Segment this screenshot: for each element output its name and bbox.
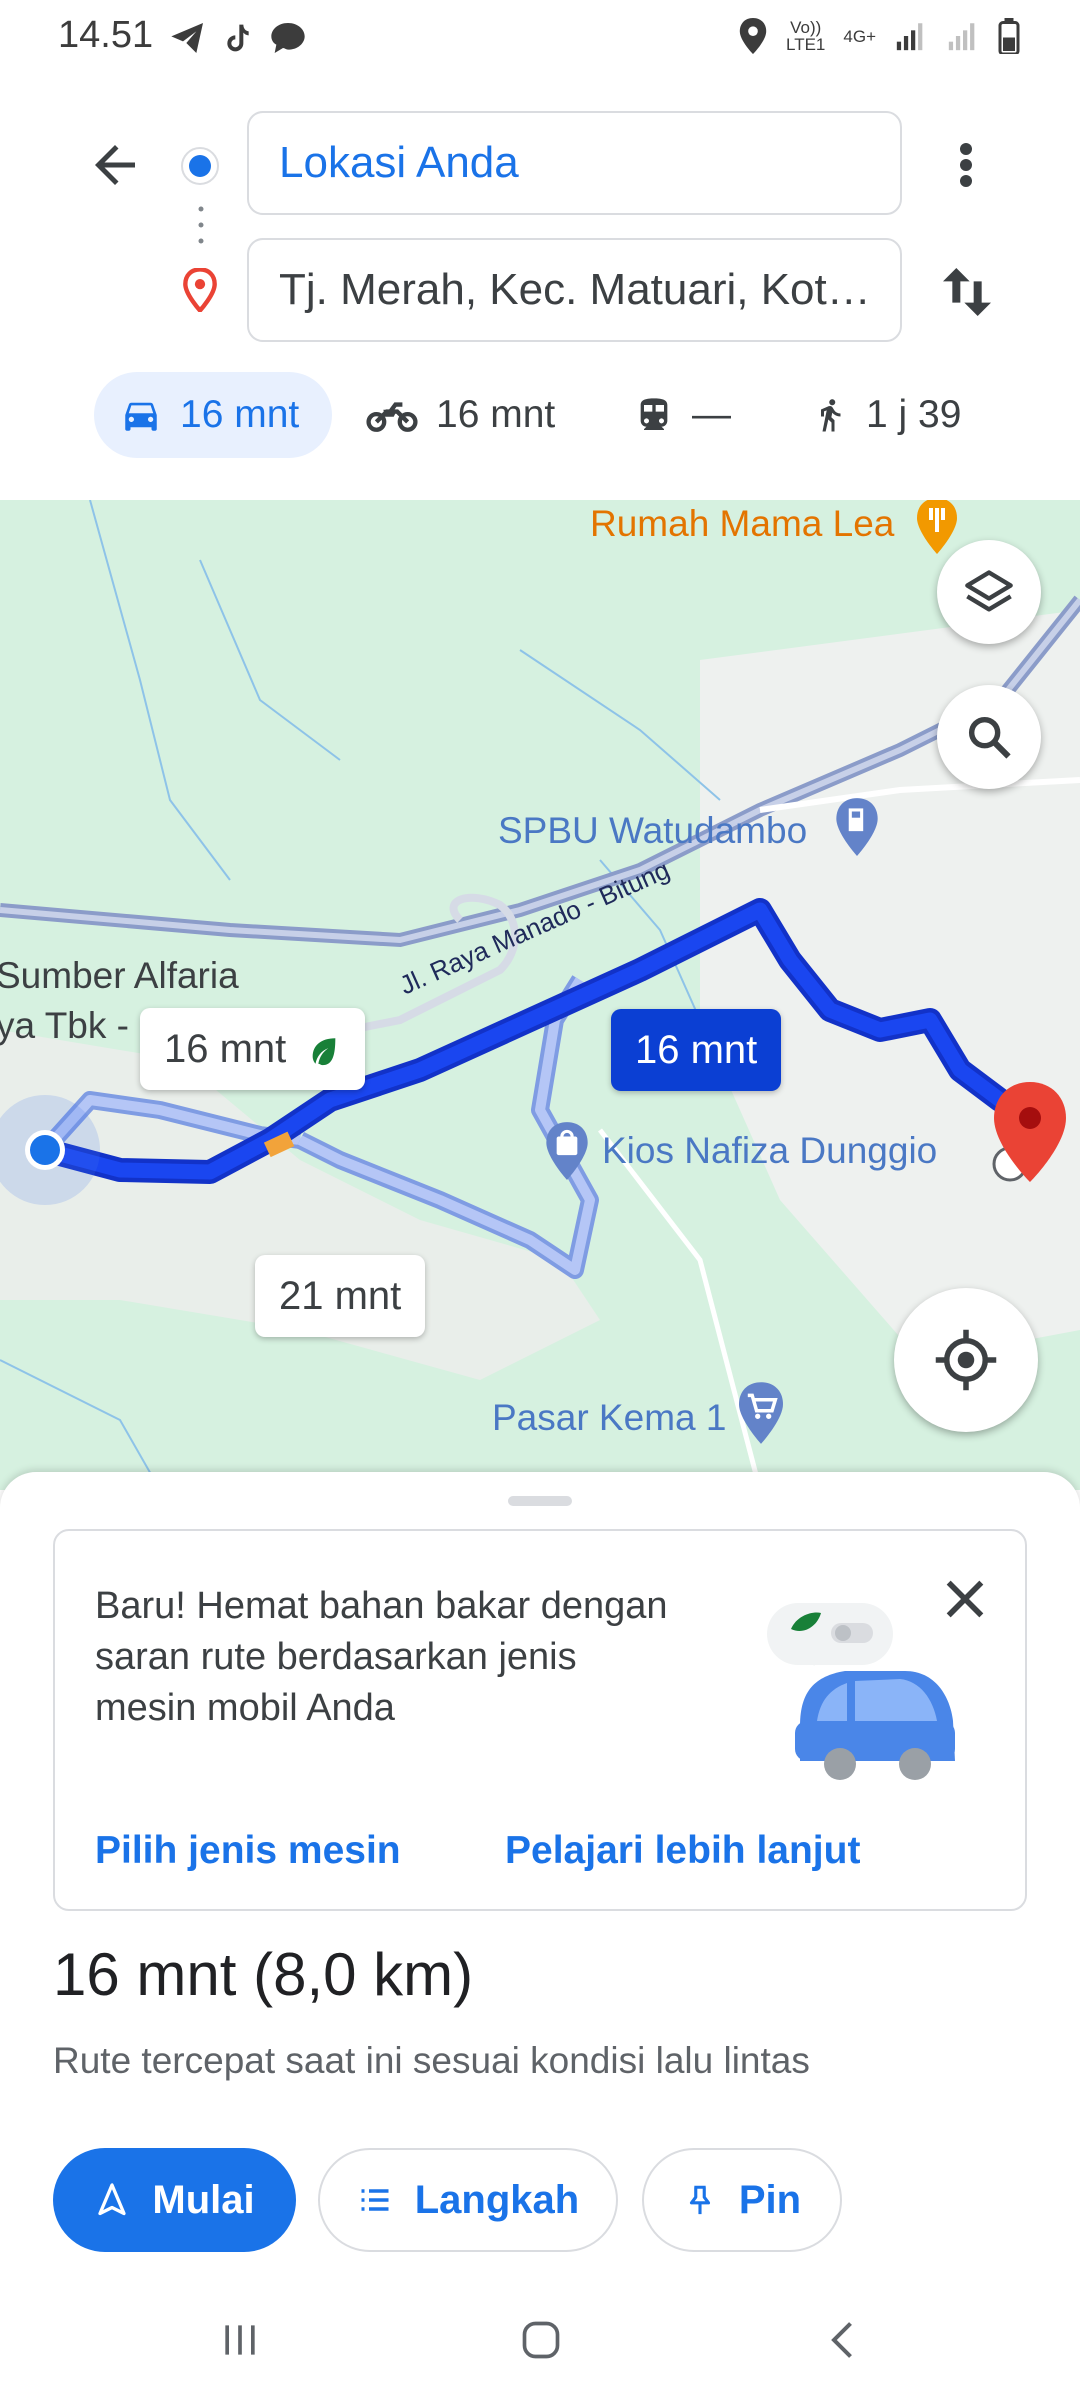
recent-apps-icon (225, 2325, 255, 2355)
route-callout-selected[interactable]: 16 mnt (611, 1009, 782, 1091)
status-bar: 14.51 Vo)) LTE1 4G+ (0, 0, 1080, 80)
pin-icon (689, 2185, 710, 2215)
status-right: Vo)) LTE1 4G+ (738, 18, 1020, 54)
back-nav-button[interactable] (815, 2310, 875, 2370)
pin-button[interactable]: Pin (642, 2148, 842, 2252)
shopping-bag-icon (546, 1122, 588, 1180)
poi-store[interactable]: Sumber Alfaria (0, 955, 239, 997)
tiktok-icon (227, 24, 249, 52)
more-vert-icon (960, 143, 972, 187)
poi-market[interactable]: Pasar Kema 1 (492, 1397, 726, 1439)
search-icon (968, 716, 1011, 759)
tab-transit[interactable]: — (634, 372, 731, 458)
search-along-route-button[interactable] (937, 685, 1041, 789)
destination-input[interactable]: Tj. Merah, Kec. Matuari, Kot… (247, 238, 902, 342)
walk-icon (821, 399, 841, 432)
travel-mode-tabs: 16 mnt 16 mnt — 1 j 39 (0, 372, 1080, 462)
eco-car-illustration (767, 1603, 955, 1780)
learn-more-link[interactable]: Pelajari lebih lanjut (505, 1829, 860, 1873)
tab-walk[interactable]: 1 j 39 (812, 372, 961, 458)
home-icon (522, 2321, 560, 2359)
recent-apps-button[interactable] (210, 2310, 270, 2370)
train-icon (640, 398, 668, 430)
battery-icon (998, 18, 1020, 54)
motorcycle-icon (366, 402, 418, 432)
telegram-icon (171, 23, 203, 53)
list-icon (361, 2189, 389, 2211)
map-view[interactable]: Rumah Mama Lea SPBU Watudambo Sumber Alf… (0, 500, 1080, 1490)
my-location-button[interactable] (894, 1288, 1038, 1432)
status-time: 14.51 (58, 14, 154, 56)
route-details-sheet[interactable]: Baru! Hemat bahan bakar dengan saran rut… (0, 1472, 1080, 2400)
layers-button[interactable] (937, 540, 1041, 644)
network-volte: Vo)) LTE1 (786, 18, 826, 54)
notification-icons (168, 18, 308, 58)
leaf-icon (313, 1038, 336, 1066)
gas-station-icon (836, 798, 878, 856)
route-connector-dots (198, 205, 204, 245)
message-icon (271, 23, 305, 53)
poi-store-line2: ya Tbk - (0, 1005, 129, 1046)
origin-dot-icon (180, 146, 220, 186)
choose-engine-link[interactable]: Pilih jenis mesin (95, 1829, 401, 1873)
route-callout-eco[interactable]: 16 mnt (140, 1008, 366, 1090)
network-type: 4G+ (843, 26, 876, 46)
car-icon (125, 402, 157, 431)
more-options-button[interactable] (942, 133, 990, 197)
chevron-left-icon (831, 2322, 852, 2358)
tab-motorcycle-label: 16 mnt (436, 393, 556, 436)
origin-input[interactable]: Lokasi Anda (247, 111, 902, 215)
swap-route-button[interactable] (935, 260, 999, 324)
tab-walk-label: 1 j 39 (866, 393, 962, 436)
route-callout-alternative[interactable]: 21 mnt (255, 1255, 426, 1337)
system-navigation-bar (0, 2280, 1080, 2400)
shopping-cart-icon (739, 1382, 783, 1444)
route-description: Rute tercepat saat ini sesuai kondisi la… (53, 2040, 810, 2081)
swap-vert-icon (943, 268, 991, 316)
sheet-drag-handle[interactable] (508, 1496, 572, 1506)
tab-drive-label: 16 mnt (180, 393, 300, 436)
fuel-efficiency-promo-card: Baru! Hemat bahan bakar dengan saran rut… (53, 1529, 1027, 1911)
tab-motorcycle[interactable]: 16 mnt (366, 372, 555, 458)
route-time-distance: 16 mnt (8,0 km) (53, 1941, 474, 2008)
restaurant-icon (917, 500, 957, 554)
poi-gas-station[interactable]: SPBU Watudambo (498, 810, 807, 852)
signal-icon (896, 23, 923, 51)
steps-button[interactable]: Langkah (318, 2148, 618, 2252)
tab-drive[interactable]: 16 mnt (94, 372, 332, 458)
arrow-back-icon (95, 145, 135, 185)
home-button[interactable] (511, 2310, 571, 2370)
location-icon (739, 18, 767, 54)
poi-restaurant[interactable]: Rumah Mama Lea (590, 503, 894, 545)
start-navigation-button[interactable]: Mulai (53, 2148, 296, 2252)
promo-text: Baru! Hemat bahan bakar dengan saran rut… (95, 1585, 668, 1729)
signal-icon (948, 23, 975, 51)
my-location-icon (935, 1329, 997, 1391)
navigation-arrow-icon (98, 2183, 127, 2216)
layers-icon (965, 570, 1013, 612)
tab-transit-label: — (692, 393, 731, 436)
poi-kiosk[interactable]: Kios Nafiza Dunggio (602, 1130, 937, 1172)
destination-pin-icon (182, 267, 218, 314)
back-button[interactable] (85, 135, 145, 195)
